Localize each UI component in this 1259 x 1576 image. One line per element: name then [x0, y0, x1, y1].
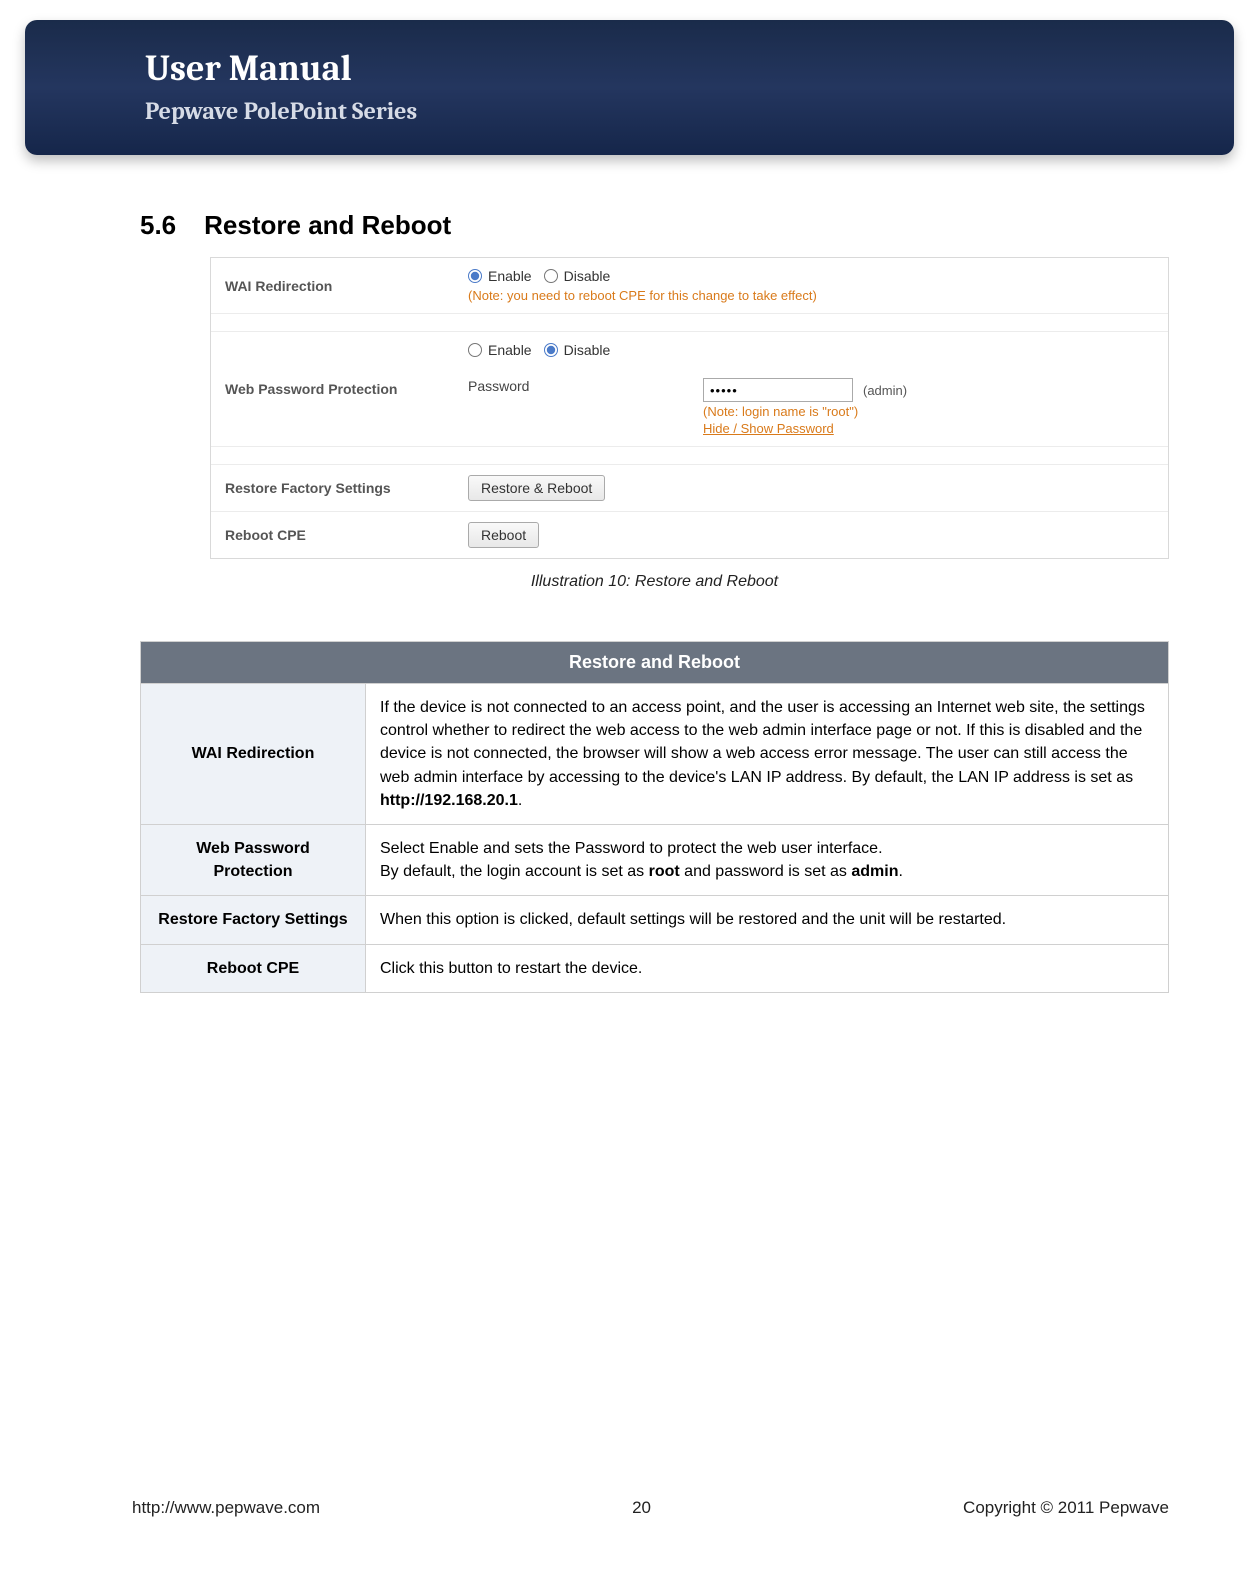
wai-cell: Enable Disable (Note: you need to reboot…	[456, 258, 1168, 313]
spacer-1	[211, 314, 1168, 332]
row-text-post: .	[898, 863, 902, 880]
spacer-2	[211, 447, 1168, 465]
root-note: (Note: login name is "root")	[703, 404, 1156, 419]
row-text-bold2: admin	[851, 863, 898, 880]
row-text-mid: and password is set as	[680, 863, 852, 880]
password-input[interactable]	[703, 378, 853, 402]
illustration-caption: Illustration 10: Restore and Reboot	[140, 573, 1169, 591]
row-text-post: .	[518, 792, 522, 809]
reboot-cell: Reboot	[456, 512, 1168, 558]
admin-hint: (admin)	[863, 383, 907, 398]
reboot-cpe-row: Reboot CPE Reboot	[211, 512, 1168, 558]
row-text-pre: If the device is not connected to an acc…	[380, 699, 1145, 786]
table-row: Reboot CPE Click this button to restart …	[141, 944, 1169, 992]
password-label: Password	[468, 378, 703, 394]
wai-redirection-row: WAI Redirection Enable Disable (Note: yo…	[211, 258, 1168, 314]
webpw-enable-radio[interactable]	[468, 343, 482, 357]
page-body: 5.6 Restore and Reboot WAI Redirection E…	[140, 210, 1169, 993]
wai-disable-label: Disable	[564, 268, 611, 284]
web-password-row: Web Password Protection Enable Disable P…	[211, 332, 1168, 447]
row-label: Reboot CPE	[141, 944, 366, 992]
wai-radio-group: Enable Disable	[468, 268, 1156, 284]
restore-cell: Restore & Reboot	[456, 465, 1168, 511]
footer-page: 20	[632, 1498, 651, 1518]
webpw-enable-label: Enable	[488, 342, 532, 358]
page-footer: http://www.pepwave.com 20 Copyright © 20…	[132, 1498, 1169, 1518]
row-label: Restore Factory Settings	[141, 896, 366, 944]
row-text: When this option is clicked, default set…	[366, 896, 1169, 944]
webpw-radio-group: Enable Disable	[468, 342, 1156, 358]
table-header: Restore and Reboot	[141, 642, 1169, 684]
wai-enable-label: Enable	[488, 268, 532, 284]
row-text: If the device is not connected to an acc…	[366, 684, 1169, 825]
footer-url: http://www.pepwave.com	[132, 1498, 320, 1518]
row-label: WAI Redirection	[141, 684, 366, 825]
table-row: WAI Redirection If the device is not con…	[141, 684, 1169, 825]
wai-enable-radio[interactable]	[468, 269, 482, 283]
row-text-bold: http://192.168.20.1	[380, 792, 518, 809]
webpw-disable-radio[interactable]	[544, 343, 558, 357]
section-heading: 5.6 Restore and Reboot	[140, 210, 1169, 241]
hide-show-password-link[interactable]: Hide / Show Password	[703, 421, 1156, 436]
section-number: 5.6	[140, 210, 176, 241]
reboot-button[interactable]: Reboot	[468, 522, 539, 548]
table-row: Web Password Protection Select Enable an…	[141, 824, 1169, 895]
row-label: Web Password Protection	[141, 824, 366, 895]
settings-panel: WAI Redirection Enable Disable (Note: yo…	[210, 257, 1169, 559]
row-text: Select Enable and sets the Password to p…	[366, 824, 1169, 895]
wai-label: WAI Redirection	[211, 258, 456, 313]
table-row: Restore Factory Settings When this optio…	[141, 896, 1169, 944]
password-grid: Password (admin) (Note: login name is "r…	[468, 368, 1156, 436]
webpw-label: Web Password Protection	[211, 332, 456, 446]
footer-copyright: Copyright © 2011 Pepwave	[963, 1498, 1169, 1518]
password-right: (admin) (Note: login name is "root") Hid…	[703, 378, 1156, 436]
webpw-disable-label: Disable	[564, 342, 611, 358]
restore-reboot-button[interactable]: Restore & Reboot	[468, 475, 605, 501]
row-text: Click this button to restart the device.	[366, 944, 1169, 992]
header-title: User Manual	[145, 48, 1114, 89]
webpw-cell: Enable Disable Password (admin) (Note: l…	[456, 332, 1168, 446]
reboot-label: Reboot CPE	[211, 512, 456, 558]
wai-disable-radio[interactable]	[544, 269, 558, 283]
header-subtitle: Pepwave PolePoint Series	[145, 97, 1114, 125]
restore-factory-row: Restore Factory Settings Restore & Reboo…	[211, 465, 1168, 512]
password-inline: (admin)	[703, 378, 1156, 402]
row-text-bold: root	[649, 863, 680, 880]
wai-note: (Note: you need to reboot CPE for this c…	[468, 288, 1156, 303]
restore-label: Restore Factory Settings	[211, 465, 456, 511]
description-table: Restore and Reboot WAI Redirection If th…	[140, 641, 1169, 993]
table-header-row: Restore and Reboot	[141, 642, 1169, 684]
section-title: Restore and Reboot	[204, 210, 451, 241]
header-banner: User Manual Pepwave PolePoint Series	[25, 20, 1234, 155]
